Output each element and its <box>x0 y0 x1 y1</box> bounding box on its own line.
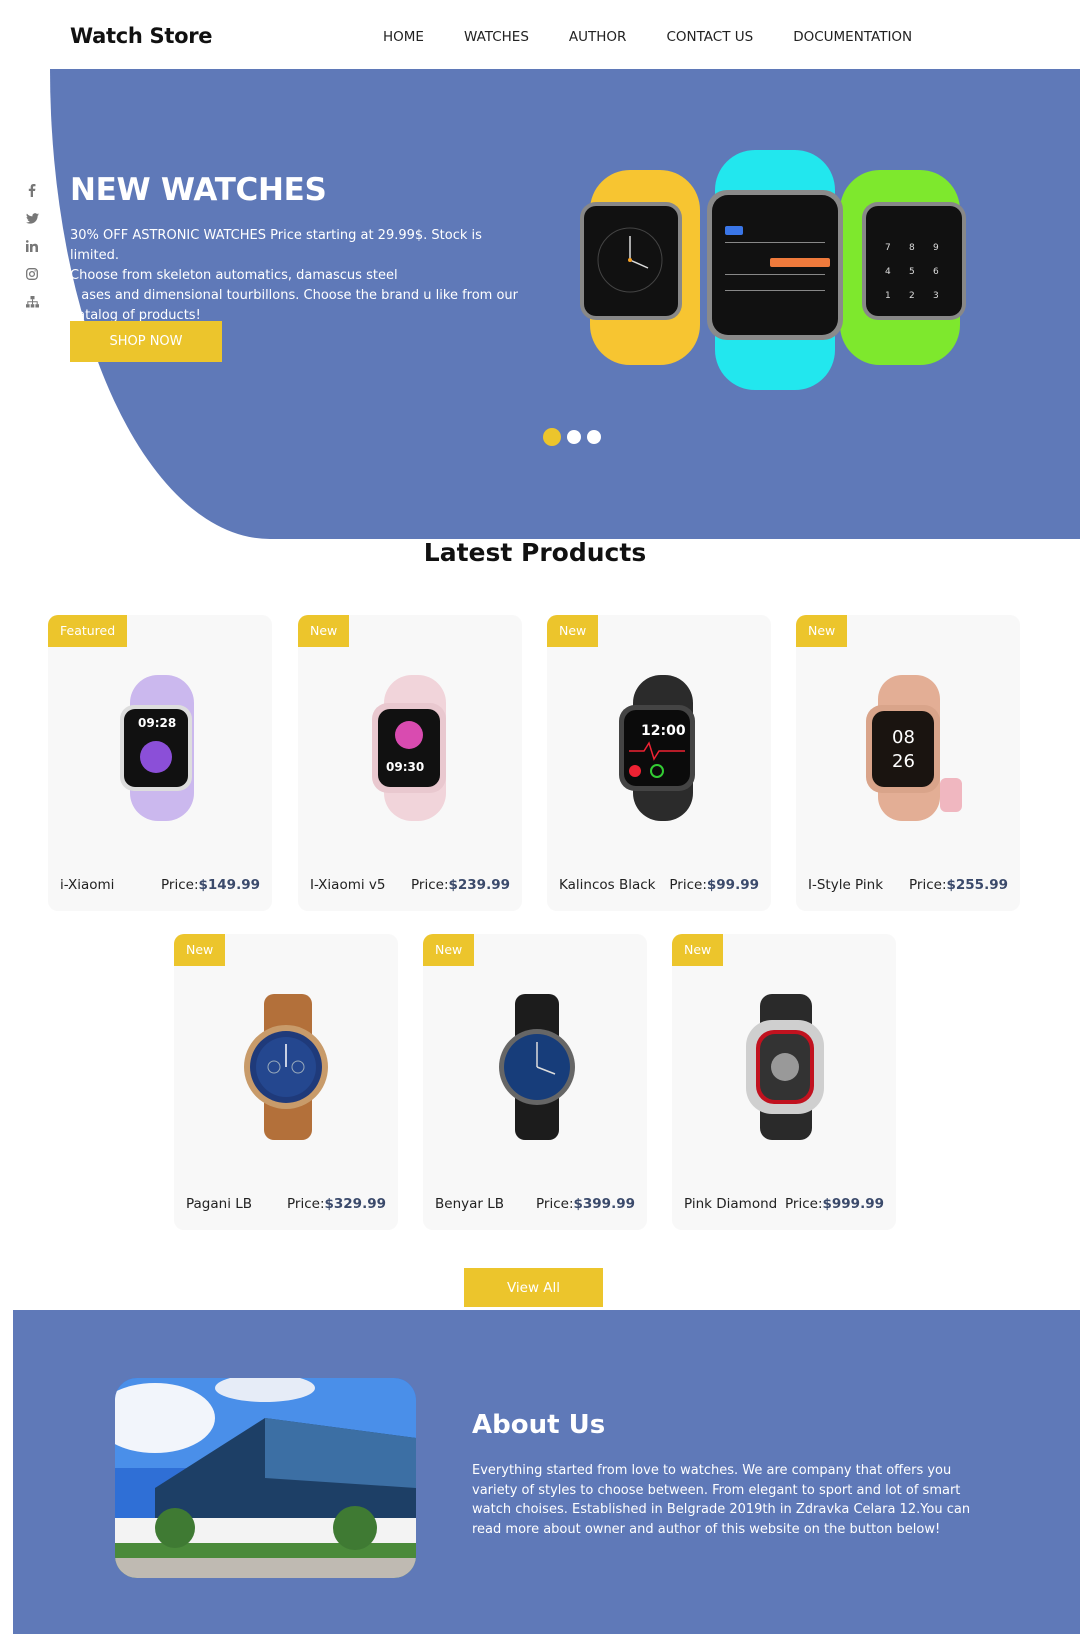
product-badge: Featured <box>48 615 128 647</box>
product-badge: New <box>547 615 599 647</box>
top-navbar: Watch Store HOME WATCHES AUTHOR CONTACT … <box>0 0 1080 70</box>
watch-image: 12:00 <box>619 675 695 821</box>
product-card[interactable]: New Pagani LB Price:$329.99 <box>174 934 398 1230</box>
product-name: Benyar LB <box>435 1196 505 1212</box>
hero-line: c ases and dimensional tourbillons. Choo… <box>70 288 519 303</box>
svg-text:09:28: 09:28 <box>138 716 176 730</box>
svg-text:8: 8 <box>909 243 915 253</box>
product-card[interactable]: Featured 09:28 i-Xiaomi Price:$149.99 <box>48 615 272 911</box>
product-name: Kalincos Black <box>559 877 656 893</box>
product-badge: New <box>672 934 724 966</box>
hero-title: NEW WATCHES <box>70 172 327 208</box>
slider-dot-2[interactable] <box>567 430 581 444</box>
svg-text:08: 08 <box>892 727 915 748</box>
watch-image <box>244 994 328 1140</box>
product-name: i-Xiaomi <box>60 877 115 893</box>
product-badge: New <box>423 934 475 966</box>
product-price: Price:$399.99 <box>536 1196 635 1212</box>
about-description: Everything started from love to watches.… <box>472 1463 971 1537</box>
nav-author-link[interactable]: AUTHOR <box>569 29 627 45</box>
watch-image <box>499 994 575 1140</box>
watch-image <box>746 994 824 1140</box>
view-all-button[interactable]: View All <box>464 1268 603 1307</box>
hero-description: 30% OFF ASTRONIC WATCHES Price starting … <box>70 226 530 326</box>
product-name: Pagani LB <box>186 1196 253 1212</box>
nav-contact-link[interactable]: CONTACT US <box>666 29 753 45</box>
about-title: About Us <box>472 1410 606 1440</box>
product-badge: New <box>174 934 226 966</box>
svg-text:26: 26 <box>892 751 915 772</box>
nav-watches-link[interactable]: WATCHES <box>464 29 529 45</box>
main-menu: HOME WATCHES AUTHOR CONTACT US DOCUMENTA… <box>383 29 952 45</box>
hero-line: 30% OFF ASTRONIC WATCHES Price starting … <box>70 228 482 263</box>
product-card[interactable]: New 09:30 I-Xiaomi v5 Price:$239.99 <box>298 615 522 911</box>
product-price: Price:$999.99 <box>785 1196 884 1212</box>
social-links <box>24 182 40 310</box>
twitter-icon[interactable] <box>24 210 40 226</box>
svg-text:9: 9 <box>933 243 939 253</box>
product-card[interactable]: New 08 26 I-Style Pink Price:$255.99 <box>796 615 1020 911</box>
svg-text:7: 7 <box>885 243 891 253</box>
product-card[interactable]: New 12:00 Kalincos Black Price:$99.99 <box>547 615 771 911</box>
office-building-image <box>115 1378 416 1578</box>
product-name: Pink Diamond <box>684 1196 778 1212</box>
product-name: I-Xiaomi v5 <box>310 877 386 893</box>
svg-text:3: 3 <box>933 291 939 301</box>
product-badge: New <box>796 615 848 647</box>
product-price: Price:$149.99 <box>161 877 260 893</box>
product-name: I-Style Pink <box>808 877 884 893</box>
product-price: Price:$99.99 <box>669 877 759 893</box>
product-price: Price:$255.99 <box>909 877 1008 893</box>
slider-dot-3[interactable] <box>587 430 601 444</box>
svg-text:09:30: 09:30 <box>386 760 424 774</box>
linkedin-icon[interactable] <box>24 238 40 254</box>
svg-text:6: 6 <box>933 267 939 277</box>
watch-image: 08 26 <box>866 675 962 821</box>
watch-image: 09:30 <box>372 675 446 821</box>
svg-text:12:00: 12:00 <box>641 723 686 739</box>
product-price: Price:$329.99 <box>287 1196 386 1212</box>
product-badge: New <box>298 615 350 647</box>
svg-text:1: 1 <box>885 291 891 301</box>
product-card[interactable]: New Benyar LB Price:$399.99 <box>423 934 647 1230</box>
hero-watches-image: 7 8 9 4 5 6 1 2 3 <box>580 150 966 390</box>
shop-now-button[interactable]: SHOP NOW <box>70 321 222 362</box>
svg-text:5: 5 <box>909 267 915 277</box>
green-smartwatch: 7 8 9 4 5 6 1 2 3 <box>840 170 966 365</box>
product-card[interactable]: New Pink Diamond Price:$999.99 <box>672 934 896 1230</box>
latest-products-title: Latest Products <box>423 538 647 567</box>
product-price: Price:$239.99 <box>411 877 510 893</box>
slider-dots <box>543 428 601 446</box>
facebook-icon[interactable] <box>24 182 40 198</box>
brand-logo[interactable]: Watch Store <box>70 24 213 48</box>
nav-documentation-link[interactable]: DOCUMENTATION <box>793 29 912 45</box>
yellow-smartwatch <box>580 170 700 365</box>
nav-home-link[interactable]: HOME <box>383 29 424 45</box>
hero-line: Choose from skeleton automatics, damascu… <box>70 268 398 283</box>
cyan-smartwatch <box>707 150 843 390</box>
instagram-icon[interactable] <box>24 266 40 282</box>
watch-image: 09:28 <box>120 675 194 821</box>
sitemap-icon[interactable] <box>24 294 40 310</box>
svg-text:4: 4 <box>885 267 891 277</box>
slider-dot-1[interactable] <box>543 428 561 446</box>
svg-text:2: 2 <box>909 291 915 301</box>
